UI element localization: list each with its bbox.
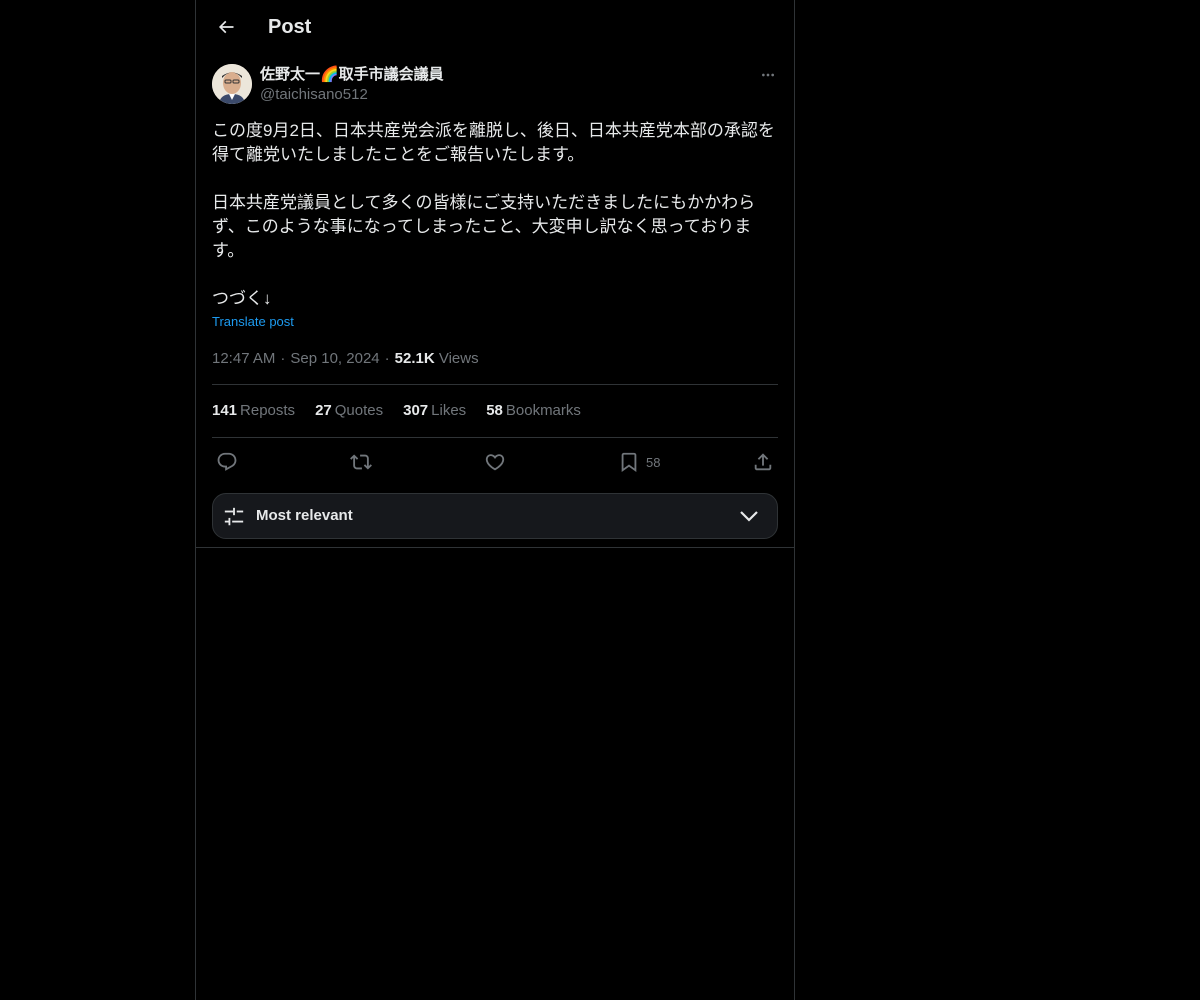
views-label: Views <box>438 350 479 367</box>
likes-label: Likes <box>431 402 467 419</box>
divider <box>212 437 778 438</box>
section-divider <box>196 547 794 548</box>
post-actions: 58 <box>212 448 778 476</box>
bookmarks-label: Bookmarks <box>505 402 581 419</box>
reply-button[interactable] <box>216 448 238 476</box>
post-date[interactable]: Sep 10, 2024 <box>290 350 379 367</box>
bookmark-button[interactable]: 58 <box>618 448 660 476</box>
main-column: Post 佐野太一🌈取手市議会議員 @taichisano512 この度9月2日… <box>195 0 795 1000</box>
reposts-label: Reposts <box>240 402 296 419</box>
divider <box>212 384 778 385</box>
sliders-icon <box>224 507 244 526</box>
reposts-count: 141 <box>212 402 238 419</box>
more-options-button[interactable] <box>758 64 778 86</box>
avatar-image <box>212 64 252 104</box>
post-meta: 12:47 AM · Sep 10, 2024 · 52.1K Views <box>212 349 479 369</box>
author-name[interactable]: 佐野太一🌈取手市議会議員 <box>260 65 444 85</box>
bookmarks-stat[interactable]: 58 Bookmarks <box>486 401 581 421</box>
translate-post-link[interactable]: Translate post <box>212 314 294 330</box>
meta-separator: · <box>384 350 390 367</box>
chevron-down-icon <box>740 511 758 522</box>
reply-icon <box>217 452 237 471</box>
avatar[interactable] <box>212 64 252 104</box>
bookmark-count: 58 <box>646 454 661 470</box>
repost-button[interactable] <box>350 448 372 476</box>
quotes-count: 27 <box>315 402 332 419</box>
quotes-stat[interactable]: 27 Quotes <box>315 401 383 421</box>
like-button[interactable] <box>484 448 506 476</box>
sort-replies-dropdown[interactable]: Most relevant <box>212 493 778 539</box>
likes-count: 307 <box>403 402 429 419</box>
back-button[interactable] <box>208 9 244 45</box>
heart-icon <box>485 454 505 471</box>
post-paragraph: つづく↓ <box>212 289 272 308</box>
share-button[interactable] <box>752 448 774 476</box>
bookmark-icon <box>621 452 637 473</box>
author-row: 佐野太一🌈取手市議会議員 @taichisano512 <box>212 64 778 106</box>
bookmarks-count: 58 <box>486 402 503 419</box>
sort-label: Most relevant <box>256 507 353 524</box>
post-paragraph: この度9月2日、日本共産党会派を離脱し、後日、日本共産党本部の承認を得て離党いた… <box>212 121 775 164</box>
views-count: 52.1K <box>394 350 435 367</box>
post-stats: 141 Reposts 27 Quotes 307 Likes 58 Bookmarks <box>212 401 601 421</box>
quotes-label: Quotes <box>334 402 384 419</box>
repost-icon <box>350 454 372 470</box>
post-header: Post <box>196 0 794 54</box>
post-time[interactable]: 12:47 AM <box>212 350 275 367</box>
arrow-left-icon <box>218 20 234 34</box>
page-title: Post <box>268 16 312 38</box>
post-paragraph: 日本共産党議員として多くの皆様にご支持いただきましたにもかかわらず、このような事… <box>212 193 756 260</box>
author-handle[interactable]: @taichisano512 <box>260 85 368 105</box>
share-icon <box>754 453 772 471</box>
reposts-stat[interactable]: 141 Reposts <box>212 401 295 421</box>
post-text: この度9月2日、日本共産党会派を離脱し、後日、日本共産党本部の承認を得て離党いた… <box>212 119 778 311</box>
likes-stat[interactable]: 307 Likes <box>403 401 466 421</box>
more-horizontal-icon <box>762 73 774 77</box>
meta-separator: · <box>280 350 286 367</box>
post: 佐野太一🌈取手市議会議員 @taichisano512 この度9月2日、日本共産… <box>212 64 778 539</box>
